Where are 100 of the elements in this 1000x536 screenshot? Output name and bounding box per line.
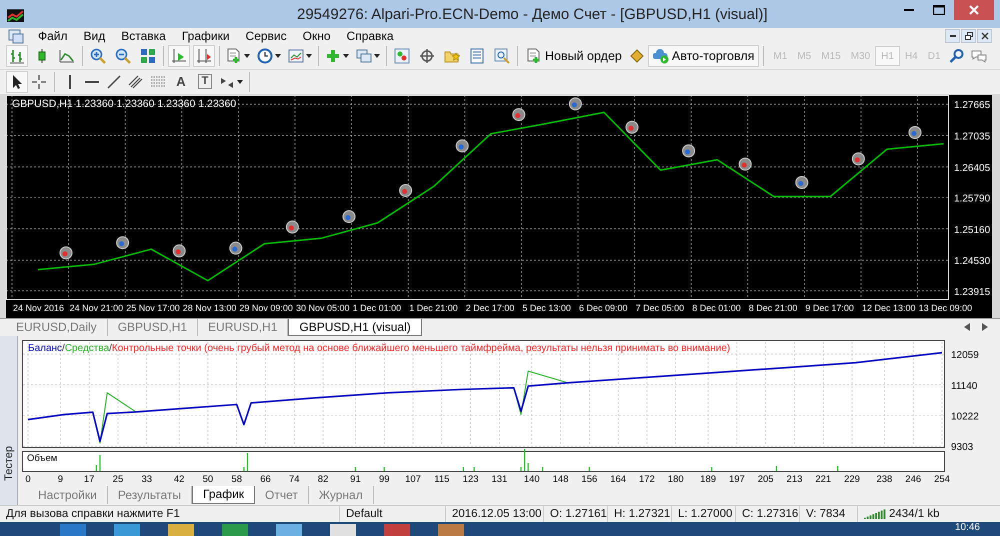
time-label: 9 Dec 17:00 bbox=[805, 302, 854, 313]
trade-marker-icon bbox=[229, 241, 242, 254]
chat-icon bbox=[970, 48, 987, 64]
menu-item[interactable]: Вставка bbox=[113, 29, 174, 43]
horizontal-line-icon bbox=[85, 80, 99, 83]
text-label-button[interactable]: T bbox=[193, 70, 217, 93]
axis-label: 148 bbox=[552, 474, 568, 484]
axis-label: 74 bbox=[289, 474, 300, 484]
time-label: 13 Dec 09:00 bbox=[918, 302, 972, 313]
text-tool-button[interactable]: A bbox=[169, 70, 193, 93]
caret-icon bbox=[374, 54, 380, 58]
time-label: 12 Dec 13:00 bbox=[862, 302, 916, 313]
document-plus-icon bbox=[526, 48, 542, 64]
axis-label: 180 bbox=[668, 474, 684, 484]
time-label: 6 Dec 09:00 bbox=[579, 302, 628, 313]
auto-trading-button[interactable]: Авто-торговля bbox=[648, 45, 760, 68]
tester-tab[interactable]: Настройки bbox=[28, 486, 108, 504]
tester-tab[interactable]: График bbox=[192, 486, 256, 504]
close-icon bbox=[969, 5, 979, 15]
time-label: 1 Dec 01:00 bbox=[352, 302, 402, 313]
minimize-button[interactable] bbox=[945, 29, 960, 43]
time-label: 8 Dec 01:00 bbox=[692, 302, 741, 313]
menu-item[interactable]: Графики bbox=[174, 29, 238, 43]
time-label: 5 Dec 13:00 bbox=[522, 302, 571, 313]
trade-marker-icon bbox=[795, 176, 808, 189]
bar-chart-icon bbox=[9, 48, 25, 64]
new-chart-icon bbox=[226, 48, 242, 64]
close-button[interactable] bbox=[954, 0, 994, 20]
time-label: 7 Dec 05:00 bbox=[636, 302, 684, 313]
price-label: 1.23915 bbox=[954, 286, 990, 298]
axis-label: 25 bbox=[112, 474, 124, 484]
axis-label: 164 bbox=[610, 474, 626, 484]
zoom-out-icon bbox=[115, 48, 131, 64]
price-label: 1.24530 bbox=[954, 256, 990, 267]
cloud-play-icon bbox=[652, 48, 669, 64]
axis-label: 131 bbox=[491, 474, 508, 484]
chart-tab[interactable]: GBPUSD,H1 (visual) bbox=[288, 318, 422, 336]
bar-button[interactable] bbox=[6, 45, 28, 68]
diamond-icon bbox=[628, 48, 645, 64]
axis-label: 238 bbox=[876, 474, 892, 484]
line-chart-icon bbox=[59, 48, 75, 64]
trade-marker-icon bbox=[399, 184, 412, 197]
axis-label: 66 bbox=[260, 474, 271, 484]
menu-item[interactable]: Окно bbox=[294, 29, 339, 43]
trade-marker-icon bbox=[852, 152, 865, 166]
axis-label: 42 bbox=[174, 474, 184, 484]
auto-scroll-icon bbox=[171, 48, 187, 64]
price-label: 1.25790 bbox=[954, 193, 990, 204]
scroll-right-icon[interactable] bbox=[982, 323, 988, 332]
taskbar-clock: 10:46 bbox=[954, 522, 980, 534]
crosshair-icon bbox=[31, 74, 47, 90]
caret-icon bbox=[306, 54, 312, 58]
panel-label: Тестер bbox=[2, 446, 14, 481]
scroll-left-icon[interactable] bbox=[964, 323, 970, 332]
axis-label: 50 bbox=[202, 474, 214, 484]
axis-label: 82 bbox=[318, 474, 328, 484]
axis-label: 115 bbox=[434, 474, 450, 484]
menu-item[interactable]: Вид bbox=[76, 29, 114, 43]
time-label: 28 Nov 13:00 bbox=[182, 302, 236, 313]
chart-shift-icon bbox=[196, 48, 212, 64]
time-label: 2 Dec 17:00 bbox=[466, 302, 514, 313]
tester-tab[interactable]: Отчет bbox=[255, 486, 309, 504]
axis-label: 0 bbox=[25, 474, 31, 484]
trade-marker-icon bbox=[626, 120, 638, 134]
chart-legend: Баланс/Средства/Контрольные точки (очень грубый метод на основе ближайшего меньшего таймфрейма, результаты нельзя принимать во внимание) bbox=[28, 342, 730, 354]
price-label: 1.27665 bbox=[954, 100, 990, 111]
axis-label: 221 bbox=[815, 474, 832, 484]
restore-button[interactable] bbox=[961, 29, 976, 43]
axis-label: 197 bbox=[728, 474, 745, 484]
tester-tab[interactable]: Журнал bbox=[308, 486, 374, 504]
menu-item[interactable]: Файл bbox=[30, 29, 76, 43]
window-menu-icon[interactable] bbox=[8, 28, 24, 44]
new-order-button[interactable]: Новый ордер bbox=[522, 45, 626, 68]
close-button[interactable] bbox=[977, 29, 992, 43]
axis-label: 91 bbox=[350, 474, 361, 484]
list-icon bbox=[469, 48, 485, 64]
time-label: 25 Nov 17:00 bbox=[126, 302, 180, 313]
axis-label: 9303 bbox=[951, 442, 974, 453]
cursor-button[interactable] bbox=[6, 70, 28, 93]
status-traffic: 2434/1 kb bbox=[888, 507, 940, 522]
menu-item[interactable]: Справка bbox=[338, 29, 402, 43]
axis-label: 33 bbox=[141, 474, 152, 484]
autoscroll-button[interactable] bbox=[168, 45, 190, 68]
time-label: 24 Nov 21:00 bbox=[70, 302, 124, 313]
time-label: 8 Dec 21:00 bbox=[748, 302, 798, 313]
trade-marker-icon bbox=[172, 244, 186, 258]
menu-item[interactable]: Сервис bbox=[238, 29, 295, 43]
windows-icon bbox=[356, 48, 372, 64]
clock-icon bbox=[257, 48, 273, 64]
time-label: 1 Dec 21:00 bbox=[409, 302, 458, 313]
time-label: 24 Nov 2016 bbox=[13, 302, 64, 313]
shift-button[interactable] bbox=[193, 45, 215, 68]
maximize-icon bbox=[933, 5, 945, 15]
time-label: 30 Nov 05:00 bbox=[296, 302, 350, 313]
tile-windows-icon bbox=[140, 48, 156, 64]
zoom-in-icon bbox=[90, 48, 106, 64]
expert-icon bbox=[394, 48, 410, 64]
axis-label: 17 bbox=[84, 474, 94, 484]
minimize-icon bbox=[904, 9, 914, 11]
axis-label: 189 bbox=[700, 474, 716, 484]
